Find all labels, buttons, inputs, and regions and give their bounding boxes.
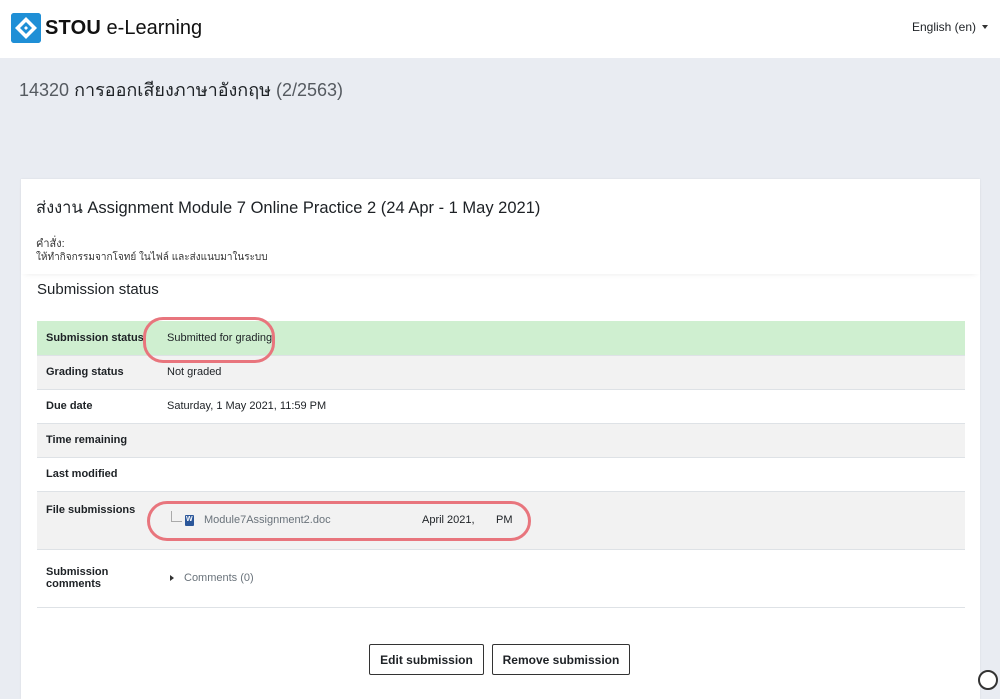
row-label: Grading status bbox=[37, 355, 158, 389]
file-entry: Module7Assignment2.doc April 2021, PM bbox=[167, 500, 965, 540]
caret-down-icon bbox=[982, 25, 988, 29]
help-icon[interactable] bbox=[978, 670, 998, 690]
file-link[interactable]: Module7Assignment2.doc bbox=[204, 514, 422, 526]
row-label: Time remaining bbox=[37, 423, 158, 457]
table-row: Grading status Not graded bbox=[37, 355, 965, 389]
table-row: Time remaining bbox=[37, 423, 965, 457]
submission-status-value: Submitted for grading bbox=[158, 321, 965, 355]
language-label: English (en) bbox=[912, 20, 976, 34]
table-row: File submissions Module7Assignment2.doc … bbox=[37, 491, 965, 549]
file-time: PM bbox=[496, 514, 513, 526]
table-row: Last modified bbox=[37, 457, 965, 491]
row-label: Last modified bbox=[37, 457, 158, 491]
comments-cell: Comments (0) bbox=[158, 549, 965, 607]
course-title: 14320 การออกเสียงภาษาอังกฤษ (2/2563) bbox=[19, 75, 343, 104]
assignment-title: ส่งงาน Assignment Module 7 Online Practi… bbox=[36, 195, 540, 221]
site-name: STOU e-Learning bbox=[45, 17, 202, 40]
row-label: Submission status bbox=[37, 321, 158, 355]
row-label: File submissions bbox=[37, 491, 158, 549]
comments-link: Comments (0) bbox=[184, 572, 254, 584]
file-date: April 2021, bbox=[422, 514, 496, 526]
table-row: Submission comments Comments (0) bbox=[37, 549, 965, 607]
course-code: 14320 bbox=[19, 80, 69, 100]
submission-status-table: Submission status Submitted for grading … bbox=[37, 321, 965, 608]
assignment-card: ส่งงาน Assignment Module 7 Online Practi… bbox=[21, 179, 980, 699]
table-row: Due date Saturday, 1 May 2021, 11:59 PM bbox=[37, 389, 965, 423]
assignment-header: ส่งงาน Assignment Module 7 Online Practi… bbox=[21, 179, 980, 274]
edit-submission-button[interactable]: Edit submission bbox=[369, 644, 484, 675]
course-name: การออกเสียงภาษาอังกฤษ bbox=[74, 80, 271, 100]
expand-triangle-icon bbox=[170, 575, 174, 581]
comments-toggle[interactable]: Comments (0) bbox=[167, 572, 965, 584]
brand-rest: e-Learning bbox=[101, 17, 202, 39]
word-doc-icon bbox=[185, 515, 194, 526]
site-logo[interactable]: STOU e-Learning bbox=[11, 13, 202, 43]
brand-bold: STOU bbox=[45, 17, 101, 39]
row-label: Due date bbox=[37, 389, 158, 423]
top-navbar: STOU e-Learning English (en) bbox=[0, 0, 1000, 58]
tree-connector bbox=[171, 511, 182, 522]
language-menu[interactable]: English (en) bbox=[912, 20, 988, 34]
file-submissions-cell: Module7Assignment2.doc April 2021, PM bbox=[158, 491, 965, 549]
stou-logo-icon bbox=[11, 13, 41, 43]
instructions-text: ให้ทำกิจกรรมจากโจทย์ ในไฟล์ และส่งแนบมาใ… bbox=[36, 250, 268, 265]
table-row: Submission status Submitted for grading bbox=[37, 321, 965, 355]
last-modified-value bbox=[158, 457, 965, 491]
time-remaining-value bbox=[158, 423, 965, 457]
submission-status-heading: Submission status bbox=[37, 281, 159, 298]
course-term: (2/2563) bbox=[276, 80, 343, 100]
row-label: Submission comments bbox=[37, 549, 158, 607]
grading-status-value: Not graded bbox=[158, 355, 965, 389]
remove-submission-button[interactable]: Remove submission bbox=[492, 644, 630, 675]
due-date-value: Saturday, 1 May 2021, 11:59 PM bbox=[158, 389, 965, 423]
